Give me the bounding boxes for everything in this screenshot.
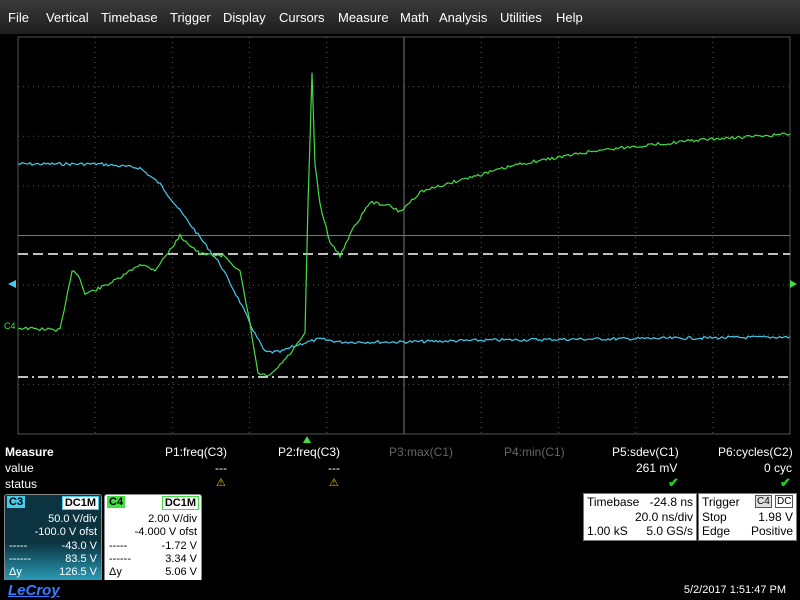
trigger-descriptor[interactable]: Trigger C4 DC Stop 1.98 V Edge Positive <box>698 493 797 541</box>
waveform-grid[interactable]: C4 <box>0 34 800 444</box>
c4-cursor1-label: ----- <box>109 540 128 552</box>
menu-utilities[interactable]: Utilities <box>500 10 542 25</box>
c4-vdiv: 2.00 V/div <box>148 513 197 525</box>
measure-p5-ok-icon: ✔ <box>668 475 679 490</box>
c3-cursor1-value: -43.0 V <box>61 540 97 552</box>
menu-display[interactable]: Display <box>223 10 266 25</box>
c4-descriptor[interactable]: C4 DC1M 2.00 V/div -4.000 V ofst ----- -… <box>104 494 202 582</box>
menu-bar: File Vertical Timebase Trigger Display C… <box>0 0 800 34</box>
c3-coupling: DC1M <box>61 496 99 510</box>
trigger-source: C4 <box>755 495 772 508</box>
c3-cursor2-label: ------ <box>9 553 31 565</box>
timebase-samples: 1.00 kS <box>587 524 628 538</box>
graticule <box>17 36 791 435</box>
c4-ground-marker[interactable]: C4 <box>4 321 16 331</box>
trigger-slope: Positive <box>750 524 793 538</box>
timebase-rate: 5.0 GS/s <box>646 524 693 538</box>
measure-p2-warning-icon: ⚠ <box>329 477 339 489</box>
measure-table: Measure value status P1:freq(C3) --- ⚠ P… <box>0 444 800 492</box>
c4-cursor2-label: ------ <box>109 553 131 565</box>
measure-p1-label[interactable]: P1:freq(C3) <box>165 445 227 459</box>
measure-p2-label[interactable]: P2:freq(C3) <box>278 445 340 459</box>
trigger-type: Edge <box>702 524 731 538</box>
menu-file[interactable]: File <box>8 10 29 25</box>
measure-p1-value: --- <box>215 461 227 475</box>
c4-delta-value: 5.06 V <box>165 566 197 578</box>
menu-cursors[interactable]: Cursors <box>279 10 325 25</box>
c3-vdiv: 50.0 V/div <box>48 513 97 525</box>
menu-vertical[interactable]: Vertical <box>46 10 89 25</box>
timebase-tdiv: 20.0 ns/div <box>634 510 693 524</box>
measure-p2-value: --- <box>328 461 340 475</box>
measure-p1-warning-icon: ⚠ <box>216 477 226 489</box>
timebase-label: Timebase <box>587 495 640 509</box>
measure-p5-value: 261 mV <box>636 461 678 475</box>
measure-p5-label[interactable]: P5:sdev(C1) <box>612 445 679 459</box>
menu-help[interactable]: Help <box>556 10 583 25</box>
measure-p4-label[interactable]: P4:min(C1) <box>504 445 565 459</box>
c4-offset: -4.000 V ofst <box>134 526 197 538</box>
c3-delta-value: 126.5 V <box>59 566 97 578</box>
trigger-level-marker-icon[interactable] <box>790 280 797 288</box>
c4-cursor2-value: 3.34 V <box>165 553 197 565</box>
menu-measure[interactable]: Measure <box>338 10 389 25</box>
c3-level-marker-icon[interactable] <box>8 280 16 288</box>
measure-status-label: status <box>5 477 38 491</box>
menu-timebase[interactable]: Timebase <box>101 10 158 25</box>
c3-offset: -100.0 V ofst <box>34 526 97 538</box>
trigger-position-marker-icon[interactable] <box>303 436 311 443</box>
measure-value-label: value <box>5 461 34 475</box>
menu-math[interactable]: Math <box>400 10 429 25</box>
menu-analysis[interactable]: Analysis <box>439 10 487 25</box>
c3-label: C3 <box>7 496 26 508</box>
c4-delta-label: Δy <box>109 566 122 578</box>
c3-descriptor[interactable]: C3 DC1M 50.0 V/div -100.0 V ofst ----- -… <box>4 494 102 582</box>
menu-trigger[interactable]: Trigger <box>170 10 211 25</box>
c3-delta-label: Δy <box>9 566 22 578</box>
date-time: 5/2/2017 1:51:47 PM <box>683 584 786 596</box>
timebase-descriptor[interactable]: Timebase -24.8 ns 20.0 ns/div 1.00 kS 5.… <box>583 493 697 541</box>
footer: LeCroy 5/2/2017 1:51:47 PM <box>0 580 800 600</box>
trigger-level: 1.98 V <box>758 510 793 524</box>
trigger-mode: Stop <box>702 510 727 524</box>
timebase-delay: -24.8 ns <box>649 495 693 509</box>
measure-p6-ok-icon: ✔ <box>780 475 791 490</box>
c4-coupling: DC1M <box>161 496 199 510</box>
measure-title: Measure <box>5 445 54 459</box>
trigger-label: Trigger <box>702 495 740 509</box>
measure-p6-value: 0 cyc <box>764 461 793 475</box>
c4-label: C4 <box>107 496 126 508</box>
measure-p3-label[interactable]: P3:max(C1) <box>389 445 453 459</box>
c4-cursor1-value: -1.72 V <box>161 540 197 552</box>
lecroy-logo[interactable]: LeCroy <box>8 582 60 599</box>
measure-p6-label[interactable]: P6:cycles(C2) <box>718 445 793 459</box>
c3-cursor1-label: ----- <box>9 540 28 552</box>
trigger-coupling: DC <box>775 495 794 508</box>
c3-cursor2-value: 83.5 V <box>65 553 97 565</box>
